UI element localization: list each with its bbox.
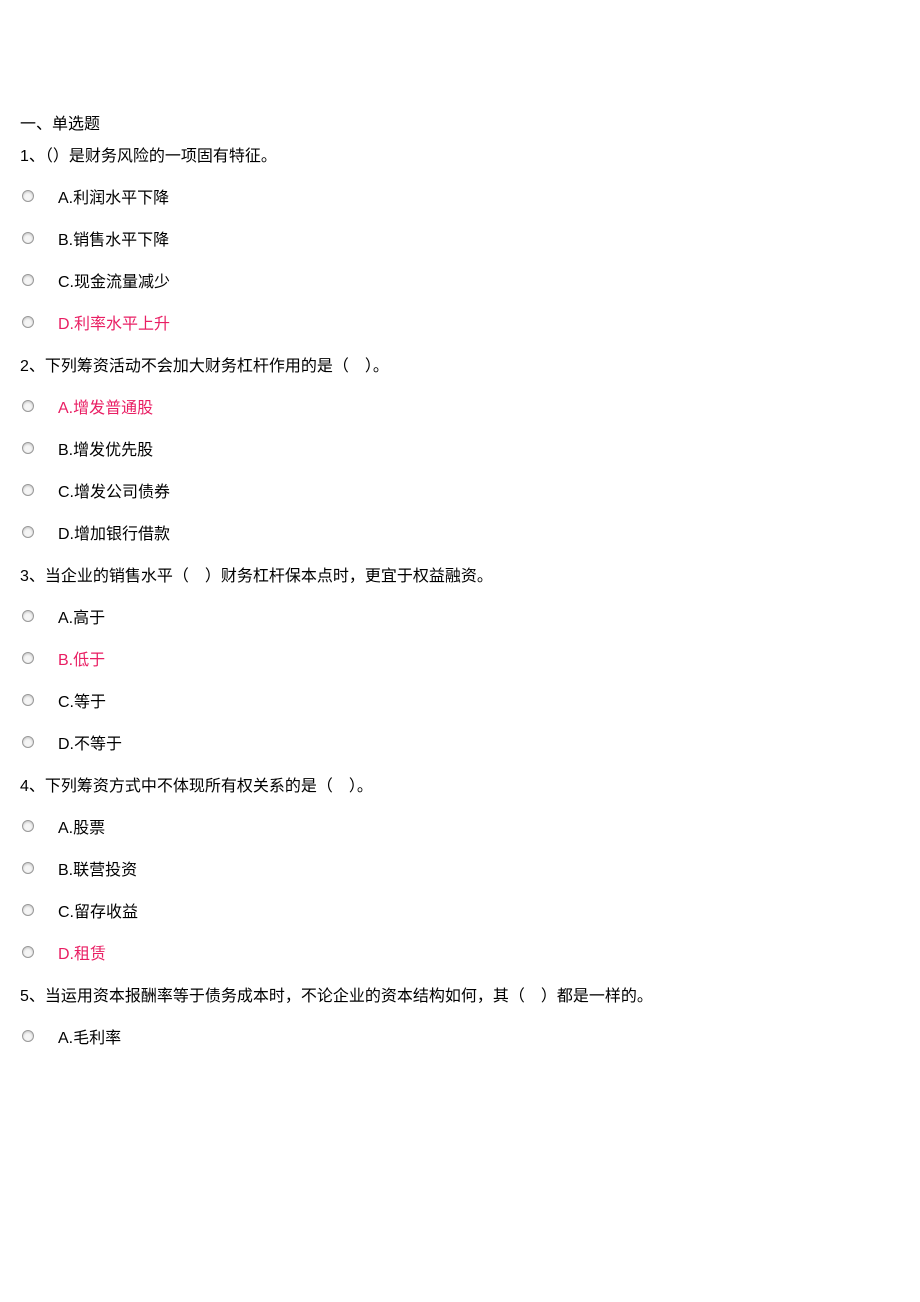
radio-icon[interactable] xyxy=(22,442,34,454)
radio-icon[interactable] xyxy=(22,400,34,412)
radio-icon[interactable] xyxy=(22,190,34,202)
option-row[interactable]: C.留存收益 xyxy=(20,898,900,922)
option-text: A.股票 xyxy=(58,814,105,838)
option-row[interactable]: B.联营投资 xyxy=(20,856,900,880)
question-stem: 4、下列筹资方式中不体现所有权关系的是（ ）。 xyxy=(20,772,900,796)
radio-icon[interactable] xyxy=(22,526,34,538)
radio-icon[interactable] xyxy=(22,904,34,916)
option-text: A.增发普通股 xyxy=(58,394,153,418)
radio-icon[interactable] xyxy=(22,862,34,874)
option-row[interactable]: B.低于 xyxy=(20,646,900,670)
question-stem: 3、当企业的销售水平（ ）财务杠杆保本点时，更宜于权益融资。 xyxy=(20,562,900,586)
option-text: D.利率水平上升 xyxy=(58,310,170,334)
radio-icon[interactable] xyxy=(22,484,34,496)
option-text: D.租赁 xyxy=(58,940,106,964)
section-title: 一、单选题 xyxy=(20,110,900,134)
option-row[interactable]: D.不等于 xyxy=(20,730,900,754)
question-stem: 5、当运用资本报酬率等于债务成本时，不论企业的资本结构如何，其（ ）都是一样的。 xyxy=(20,982,900,1006)
option-text: B.低于 xyxy=(58,646,105,670)
option-row[interactable]: B.销售水平下降 xyxy=(20,226,900,250)
radio-icon[interactable] xyxy=(22,694,34,706)
option-row[interactable]: C.现金流量减少 xyxy=(20,268,900,292)
option-row[interactable]: C.等于 xyxy=(20,688,900,712)
option-row[interactable]: C.增发公司债券 xyxy=(20,478,900,502)
option-text: A.毛利率 xyxy=(58,1024,121,1048)
option-row[interactable]: D.增加银行借款 xyxy=(20,520,900,544)
option-row[interactable]: D.租赁 xyxy=(20,940,900,964)
question-stem: 2、下列筹资活动不会加大财务杠杆作用的是（ ）。 xyxy=(20,352,900,376)
radio-icon[interactable] xyxy=(22,736,34,748)
option-text: C.留存收益 xyxy=(58,898,138,922)
option-text: D.不等于 xyxy=(58,730,122,754)
questions-container: 1、（）是财务风险的一项固有特征。 A.利润水平下降 B.销售水平下降 C.现金流量减… xyxy=(20,142,900,1048)
question-stem: 1、（）是财务风险的一项固有特征。 xyxy=(20,142,900,166)
radio-icon[interactable] xyxy=(22,316,34,328)
option-text: A.高于 xyxy=(58,604,105,628)
option-row[interactable]: A.毛利率 xyxy=(20,1024,900,1048)
radio-icon[interactable] xyxy=(22,820,34,832)
option-row[interactable]: A.股票 xyxy=(20,814,900,838)
option-row[interactable]: A.利润水平下降 xyxy=(20,184,900,208)
option-row[interactable]: A.高于 xyxy=(20,604,900,628)
option-text: B.销售水平下降 xyxy=(58,226,169,250)
option-text: D.增加银行借款 xyxy=(58,520,170,544)
radio-icon[interactable] xyxy=(22,946,34,958)
option-text: B.增发优先股 xyxy=(58,436,153,460)
option-row[interactable]: D.利率水平上升 xyxy=(20,310,900,334)
option-text: C.增发公司债券 xyxy=(58,478,170,502)
radio-icon[interactable] xyxy=(22,232,34,244)
option-row[interactable]: A.增发普通股 xyxy=(20,394,900,418)
radio-icon[interactable] xyxy=(22,1030,34,1042)
radio-icon[interactable] xyxy=(22,652,34,664)
radio-icon[interactable] xyxy=(22,274,34,286)
option-text: A.利润水平下降 xyxy=(58,184,169,208)
option-row[interactable]: B.增发优先股 xyxy=(20,436,900,460)
option-text: C.等于 xyxy=(58,688,106,712)
radio-icon[interactable] xyxy=(22,610,34,622)
option-text: B.联营投资 xyxy=(58,856,137,880)
option-text: C.现金流量减少 xyxy=(58,268,170,292)
